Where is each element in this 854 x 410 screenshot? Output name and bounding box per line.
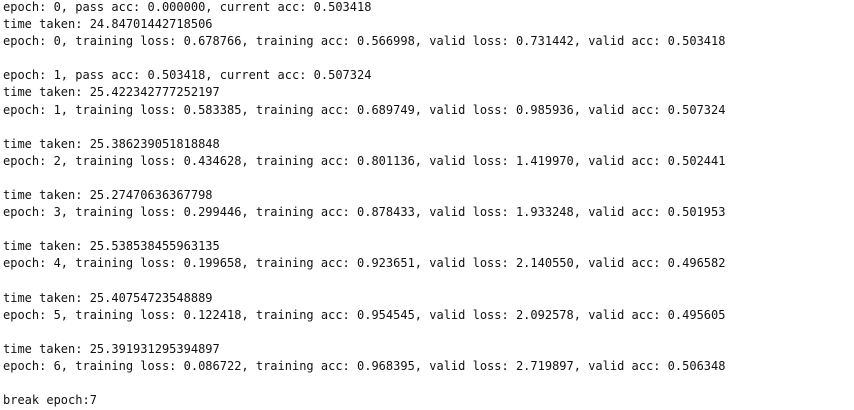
console-line: epoch: 4, training loss: 0.199658, train…	[3, 256, 726, 271]
console-line: epoch: 0, pass acc: 0.000000, current ac…	[3, 0, 372, 14]
console-line: time taken: 25.27470636367798	[3, 188, 213, 203]
console-output: epoch: 0, pass acc: 0.000000, current ac…	[3, 0, 853, 410]
console-line: epoch: 1, training loss: 0.583385, train…	[3, 102, 726, 117]
console-line: epoch: 0, training loss: 0.678766, train…	[3, 34, 726, 49]
console-line: break epoch:7	[3, 393, 97, 408]
console-line: time taken: 24.84701442718506	[3, 17, 213, 32]
console-line: time taken: 25.538538455963135	[3, 239, 220, 254]
console-line: epoch: 6, training loss: 0.086722, train…	[3, 358, 726, 373]
console-line: epoch: 2, training loss: 0.434628, train…	[3, 153, 726, 168]
console-line: time taken: 25.422342777252197	[3, 85, 220, 100]
console-line: epoch: 1, pass acc: 0.503418, current ac…	[3, 68, 372, 83]
console-line: epoch: 5, training loss: 0.122418, train…	[3, 307, 726, 322]
console-line: time taken: 25.40754723548889	[3, 290, 213, 305]
console-line: epoch: 3, training loss: 0.299446, train…	[3, 205, 726, 220]
console-line: time taken: 25.386239051818848	[3, 136, 220, 151]
console-line: time taken: 25.391931295394897	[3, 341, 220, 356]
